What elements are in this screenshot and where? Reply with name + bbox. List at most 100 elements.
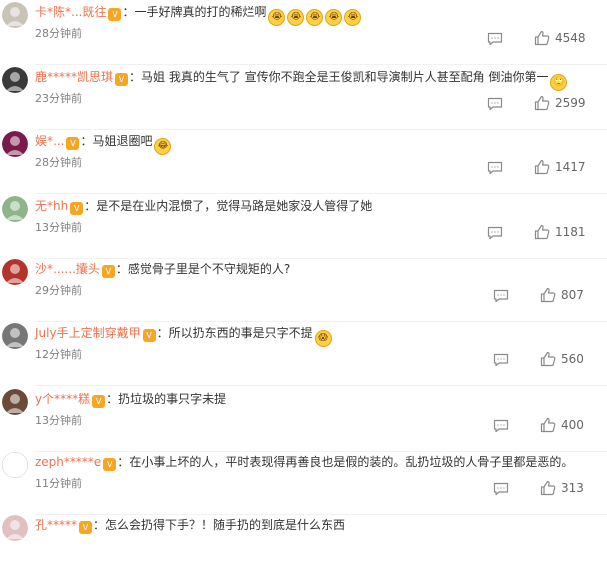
comment-item: 无*hh V ：是不是在业内混惯了，觉得马路是她家没人管得了她 13分钟前 1181 <box>0 195 607 259</box>
emoji-group: 🙄 <box>548 70 568 91</box>
divider <box>35 385 607 386</box>
reply-button[interactable] <box>487 31 503 46</box>
like-button[interactable]: 807 <box>540 286 584 304</box>
thumbs-up-icon <box>540 287 556 303</box>
divider <box>35 193 607 194</box>
colon-separator: ： <box>84 199 97 213</box>
like-count: 560 <box>561 352 584 366</box>
like-button[interactable]: 2599 <box>534 94 586 112</box>
like-button[interactable]: 313 <box>540 479 584 497</box>
reply-button[interactable] <box>493 352 509 367</box>
reply-button[interactable] <box>493 418 509 433</box>
reply-button[interactable] <box>487 225 503 240</box>
like-count: 807 <box>561 288 584 302</box>
comment-text: 一手好牌真的打的稀烂啊 <box>134 5 267 19</box>
username-link[interactable]: 无*hh <box>35 199 68 213</box>
thumbs-up-icon <box>540 417 556 433</box>
comment-actions: 1181 <box>0 223 607 241</box>
comment-item: 鹿*****凯思琪 V ：马姐 我真的生气了 宣传你不跑全是王俊凯和导演制片人甚至配… <box>0 66 607 130</box>
avatar[interactable] <box>2 515 28 541</box>
emoji-group: 😭 😭 😭 😭 😭 <box>266 5 362 26</box>
like-button[interactable]: 1417 <box>534 158 586 176</box>
thumbs-up-icon <box>534 95 550 111</box>
colon-separator: ： <box>93 518 106 532</box>
username-link[interactable]: zeph*****e <box>35 455 101 469</box>
comment-icon <box>493 353 509 367</box>
avatar[interactable] <box>2 67 28 93</box>
like-count: 2599 <box>555 96 586 110</box>
comment-actions: 1417 <box>0 158 607 176</box>
colon-separator: ： <box>129 70 142 84</box>
like-button[interactable]: 4548 <box>534 29 586 47</box>
avatar[interactable] <box>2 196 28 222</box>
comment-actions: 560 <box>0 350 607 368</box>
avatar[interactable] <box>2 323 28 349</box>
avatar[interactable] <box>2 259 28 285</box>
reply-button[interactable] <box>493 481 509 496</box>
username-link[interactable]: 卡*陈*...既往 <box>35 5 106 19</box>
thumbs-up-icon <box>540 480 556 496</box>
emoji-icon: 🙄 <box>550 74 568 91</box>
like-button[interactable]: 400 <box>540 416 584 434</box>
like-button[interactable]: 560 <box>540 350 584 368</box>
emoji-icon: 😭 <box>268 9 286 26</box>
like-count: 400 <box>561 418 584 432</box>
vip-badge-icon: V <box>101 265 115 278</box>
colon-separator: ： <box>80 134 93 148</box>
comment-item: y个****糕 V ：扔垃圾的事只字未提 13分钟前 400 <box>0 388 607 452</box>
vip-badge-icon: V <box>79 521 93 534</box>
thumbs-up-icon <box>534 159 550 175</box>
divider <box>35 64 607 65</box>
avatar[interactable] <box>2 2 28 28</box>
comment-text: 所以扔东西的事是只字不提 <box>168 326 313 340</box>
comment-item: July手上定制穿戴甲 V ：所以扔东西的事是只字不提 😱 12分钟前 560 <box>0 322 607 386</box>
like-button[interactable]: 1181 <box>534 223 586 241</box>
avatar[interactable] <box>2 131 28 157</box>
reply-button[interactable] <box>493 288 509 303</box>
comment-actions: 313 <box>0 479 607 497</box>
colon-separator: ： <box>106 392 119 406</box>
comment-text: 是不是在业内混惯了，觉得马路是她家没人管得了她 <box>96 199 373 213</box>
like-count: 4548 <box>555 31 586 45</box>
like-count: 1417 <box>555 160 586 174</box>
emoji-icon: 😭 <box>325 9 343 26</box>
emoji-group: 😱 <box>313 326 332 347</box>
avatar[interactable] <box>2 452 28 478</box>
comment-item: 沙*......攮头 V ：感觉骨子里是个不守规矩的人? 29分钟前 807 <box>0 258 607 322</box>
comment-text: 感觉骨子里是个不守规矩的人? <box>127 262 291 276</box>
comment-icon <box>493 289 509 303</box>
username-link[interactable]: 沙*......攮头 <box>35 262 100 276</box>
colon-separator: ： <box>156 326 169 340</box>
username-link[interactable]: 娱*... <box>35 134 64 148</box>
comment-item: zeph*****e V ：在小事上坏的人，平时表现得再善良也是假的装的。乱扔垃圾的… <box>0 451 607 515</box>
emoji-icon: 😭 <box>287 9 305 26</box>
username-link[interactable]: y个****糕 <box>35 392 90 406</box>
comment-icon <box>487 161 503 175</box>
username-link[interactable]: July手上定制穿戴甲 <box>35 326 141 340</box>
thumbs-up-icon <box>534 30 550 46</box>
comment-item: 卡*陈*...既往 V ：一手好牌真的打的稀烂啊 😭 😭 😭 😭 😭 28分钟前 4548 <box>0 1 607 65</box>
comment-text: 马姐退圈吧 <box>92 134 153 148</box>
emoji-icon: 😱 <box>314 330 332 347</box>
vip-badge-icon: V <box>115 73 129 86</box>
username-link[interactable]: 孔***** <box>35 518 77 532</box>
comment-item: 孔***** V ：怎么会扔得下手？！随手扔的到底是什么东西 <box>0 514 607 578</box>
comment-actions: 2599 <box>0 94 607 112</box>
emoji-icon: 😂 <box>154 138 172 155</box>
comment-text: 怎么会扔得下手？！随手扔的到底是什么东西 <box>105 518 346 532</box>
colon-separator: ： <box>122 5 135 19</box>
comment-icon <box>487 97 503 111</box>
comment-item: 娱*... V ：马姐退圈吧 😂 28分钟前 1417 <box>0 130 607 194</box>
vip-badge-icon: V <box>70 202 84 215</box>
vip-badge-icon: V <box>92 395 106 408</box>
emoji-group: 😂 <box>152 134 172 155</box>
comment-icon <box>487 226 503 240</box>
comment-icon <box>493 419 509 433</box>
colon-separator: ： <box>117 455 130 469</box>
reply-button[interactable] <box>487 160 503 175</box>
like-count: 313 <box>561 481 584 495</box>
avatar[interactable] <box>2 389 28 415</box>
vip-badge-icon: V <box>142 329 156 342</box>
reply-button[interactable] <box>487 96 503 111</box>
username-link[interactable]: 鹿*****凯思琪 <box>35 70 113 84</box>
